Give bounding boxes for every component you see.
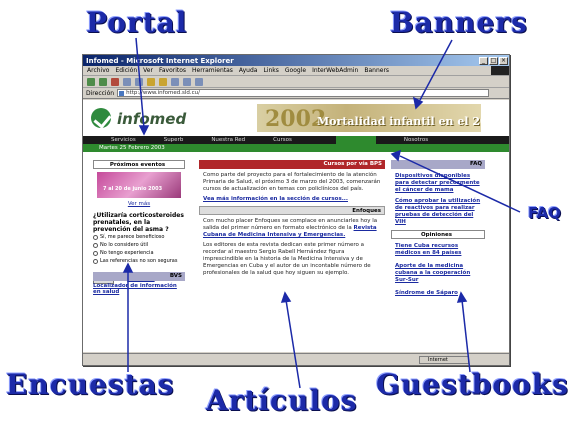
security-zone: Internet (419, 355, 469, 364)
banner-text: Mortalidad infantil en el 2002 (317, 115, 481, 128)
browser-window: Infomed - Microsoft Internet Explorer _ … (82, 54, 510, 366)
focus-text-2: Los editores de esta revista dedican est… (203, 242, 371, 276)
print-icon[interactable] (195, 77, 203, 86)
courses-text: Como parte del proyecto para el fortalec… (203, 172, 381, 192)
home-icon[interactable] (135, 77, 143, 86)
see-more-link[interactable]: Ver más (93, 201, 185, 207)
stop-icon[interactable] (111, 77, 119, 86)
focus-intro: Con mucho placer Enfoques se complace en… (203, 218, 378, 231)
faq-header: FAQ (391, 160, 485, 169)
focus-text-1: Con mucho placer Enfoques se complace en… (203, 218, 385, 239)
history-icon[interactable] (171, 77, 179, 86)
opinions-header: Opiniones (391, 230, 485, 239)
poll-option[interactable]: Sí, me parece beneficioso (93, 233, 185, 241)
banner-ad[interactable]: 2002 Mortalidad infantil en el 2002 (257, 104, 481, 132)
maximize-button[interactable]: □ (489, 56, 498, 65)
portal-callout: Portal (86, 6, 188, 39)
opinion-item[interactable]: Tiene Cuba recursos médicos en 84 países (395, 243, 483, 257)
poll-question: ¿Utilizaría corticosteroides prenatales,… (93, 212, 184, 233)
poll-option-label: Las referencias no son seguras (100, 258, 178, 264)
nav-nuestra-red[interactable]: Nuestra Red (183, 137, 245, 143)
opinion-item[interactable]: Síndrome de Sáparo (395, 290, 483, 297)
status-bar: Internet (83, 353, 509, 365)
opinion-item[interactable]: Aporte de la medicina cubana a la cooper… (395, 263, 483, 284)
poll-option[interactable]: Las referencias no son seguras (93, 257, 185, 265)
title-bar: Infomed - Microsoft Internet Explorer _ … (83, 55, 509, 66)
radio-button[interactable] (93, 258, 98, 264)
refresh-icon[interactable] (123, 77, 131, 86)
forward-icon[interactable] (99, 77, 107, 86)
address-bar: Dirección http://www.infomed.sld.cu/ (83, 88, 509, 99)
menu-herramientas[interactable]: Herramientas (192, 67, 233, 74)
menu-bar: Archivo Edición Ver Favoritos Herramient… (83, 66, 509, 76)
radio-button[interactable] (93, 250, 98, 256)
back-icon[interactable] (87, 77, 95, 86)
menu-google[interactable]: Google (285, 67, 306, 74)
right-column: FAQ Dispositivos disponibles para detect… (391, 160, 485, 303)
mail-icon[interactable] (183, 77, 191, 86)
menu-ver[interactable]: Ver (143, 67, 153, 74)
banners-callout: Banners (390, 6, 528, 39)
bvs-link[interactable]: Localizador de información en salud (93, 283, 185, 295)
infomed-logo-icon[interactable] (91, 108, 111, 128)
poll-option[interactable]: No tengo experiencia (93, 249, 185, 257)
favorites-icon[interactable] (159, 77, 167, 86)
nav-superb[interactable]: Superb (136, 137, 184, 143)
poll-option-label: No tengo experiencia (100, 250, 154, 256)
search-icon[interactable] (147, 77, 155, 86)
nav-faq-cell[interactable] (335, 136, 376, 144)
date-bar: Martes 25 Febrero 2003 (83, 144, 509, 152)
faq-item[interactable]: Dispositivos disponibles para detectar p… (395, 173, 483, 194)
courses-header: Cursos por vía BPS (199, 160, 385, 169)
nav-cursos[interactable]: Cursos (245, 137, 292, 143)
bvs-header: BVS (93, 272, 185, 281)
menu-ayuda[interactable]: Ayuda (239, 67, 258, 74)
window-title: Infomed - Microsoft Internet Explorer (86, 56, 234, 65)
toolbar (83, 76, 509, 88)
encuestas-callout: Encuestas (6, 368, 175, 401)
middle-column: Cursos por vía BPS Como parte del proyec… (199, 160, 385, 280)
menu-banners[interactable]: Banners (364, 67, 389, 74)
articulos-callout: Artículos (206, 384, 358, 417)
site-header: infomed 2002 Mortalidad infantil en el 2… (83, 100, 509, 136)
nav-servicios[interactable]: Servicios (83, 137, 136, 143)
minimize-button[interactable]: _ (479, 56, 488, 65)
faq-item[interactable]: Cómo aprobar la utilización de reactivos… (395, 198, 483, 226)
menu-interwebadmin[interactable]: InterWebAdmin (312, 67, 358, 74)
left-column: Próximos eventos 7 al 20 de junio 2003 V… (93, 160, 185, 284)
faq-callout: FAQ (528, 204, 561, 222)
nav-nosotros[interactable]: Nosotros (376, 137, 428, 143)
ie-throbber-icon (491, 66, 509, 75)
event-image[interactable]: 7 al 20 de junio 2003 (97, 172, 181, 198)
event-image-text: 7 al 20 de junio 2003 (103, 186, 163, 192)
radio-button[interactable] (93, 242, 98, 248)
poll-option-label: Sí, me parece beneficioso (100, 234, 165, 240)
poll-option[interactable]: No lo considero útil (93, 241, 185, 249)
close-button[interactable]: × (499, 56, 508, 65)
menu-links[interactable]: Links (263, 67, 278, 74)
menu-edicion[interactable]: Edición (115, 67, 137, 74)
courses-link[interactable]: Vea más información en la sección de cur… (203, 196, 385, 203)
poll-option-label: No lo considero útil (100, 242, 149, 248)
bvs-box: BVS Localizador de información en salud (93, 272, 185, 295)
site-logo-text[interactable]: infomed (117, 110, 186, 128)
radio-button[interactable] (93, 234, 98, 240)
site-nav: Servicios Superb Nuestra Red Cursos Noso… (83, 136, 509, 144)
menu-archivo[interactable]: Archivo (87, 67, 109, 74)
guestbooks-callout: Guestbooks (376, 368, 569, 401)
focus-header: Enfoques (199, 206, 385, 215)
address-input[interactable]: http://www.infomed.sld.cu/ (117, 89, 489, 97)
web-page: infomed 2002 Mortalidad infantil en el 2… (83, 100, 509, 352)
events-header: Próximos eventos (93, 160, 185, 169)
address-label: Dirección (86, 89, 115, 97)
menu-favoritos[interactable]: Favoritos (159, 67, 186, 74)
